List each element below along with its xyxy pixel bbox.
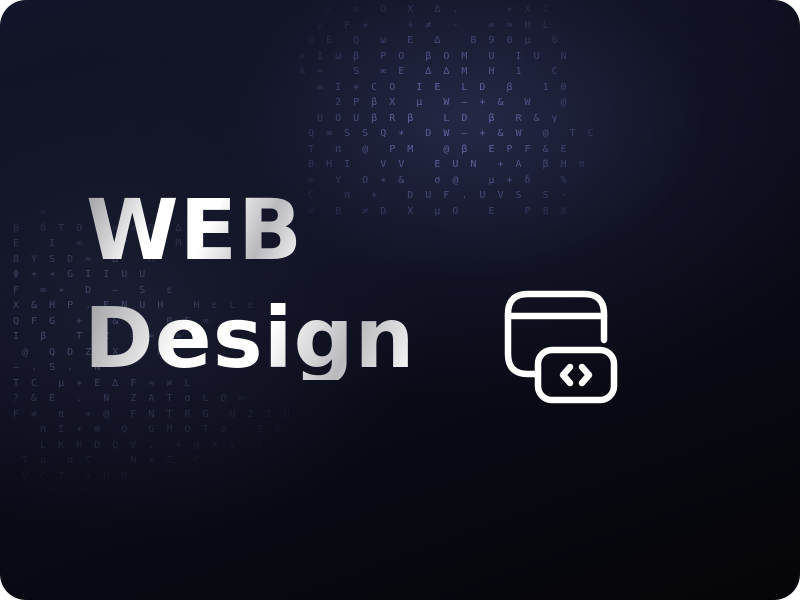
code-box-outline xyxy=(534,346,618,404)
code-bracket-right-icon xyxy=(578,363,593,387)
matrix-glyphs-top: α ≠ Ο X Δ . + X Z μ Ρ + ÷ ≠ - = ≈ H L @ … xyxy=(299,4,597,217)
title-line-web: WEB xyxy=(86,181,304,279)
browser-window-outline xyxy=(504,290,608,378)
web-design-card: α ≠ Ο X Δ . + X Z μ Ρ + ÷ ≠ - = ≈ H L @ … xyxy=(0,0,800,600)
browser-code-icon xyxy=(504,290,618,404)
title-line-design: Design xyxy=(84,289,416,387)
code-bracket-left-icon xyxy=(559,363,574,387)
